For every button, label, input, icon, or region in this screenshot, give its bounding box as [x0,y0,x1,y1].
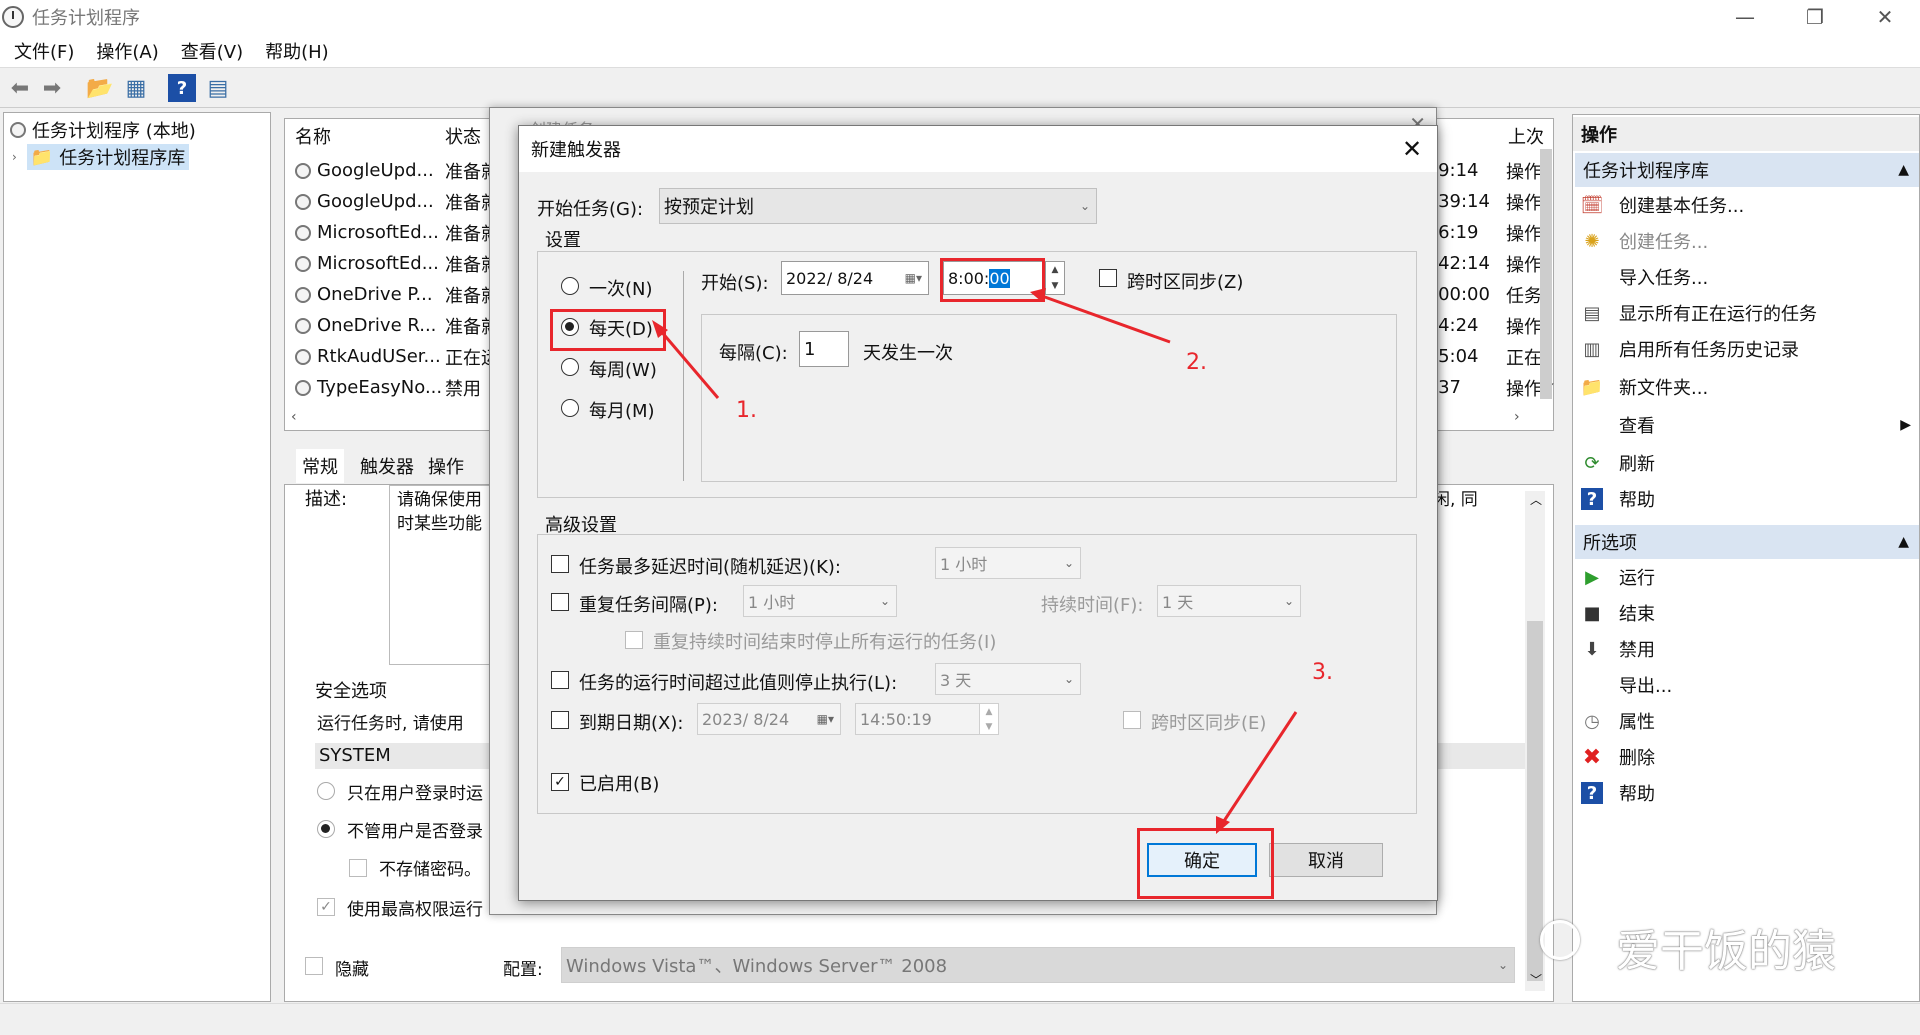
annotation-label-2: 2. [1186,350,1207,375]
annotation-label-3: 3. [1312,660,1333,685]
annotation-label-1: 1. [736,398,757,423]
status-bar [0,1003,1920,1035]
wechat-logo-icon [1540,920,1580,960]
watermark-text: 爱干饭的猿 [1616,926,1836,977]
annotation-arrows [652,288,1298,834]
